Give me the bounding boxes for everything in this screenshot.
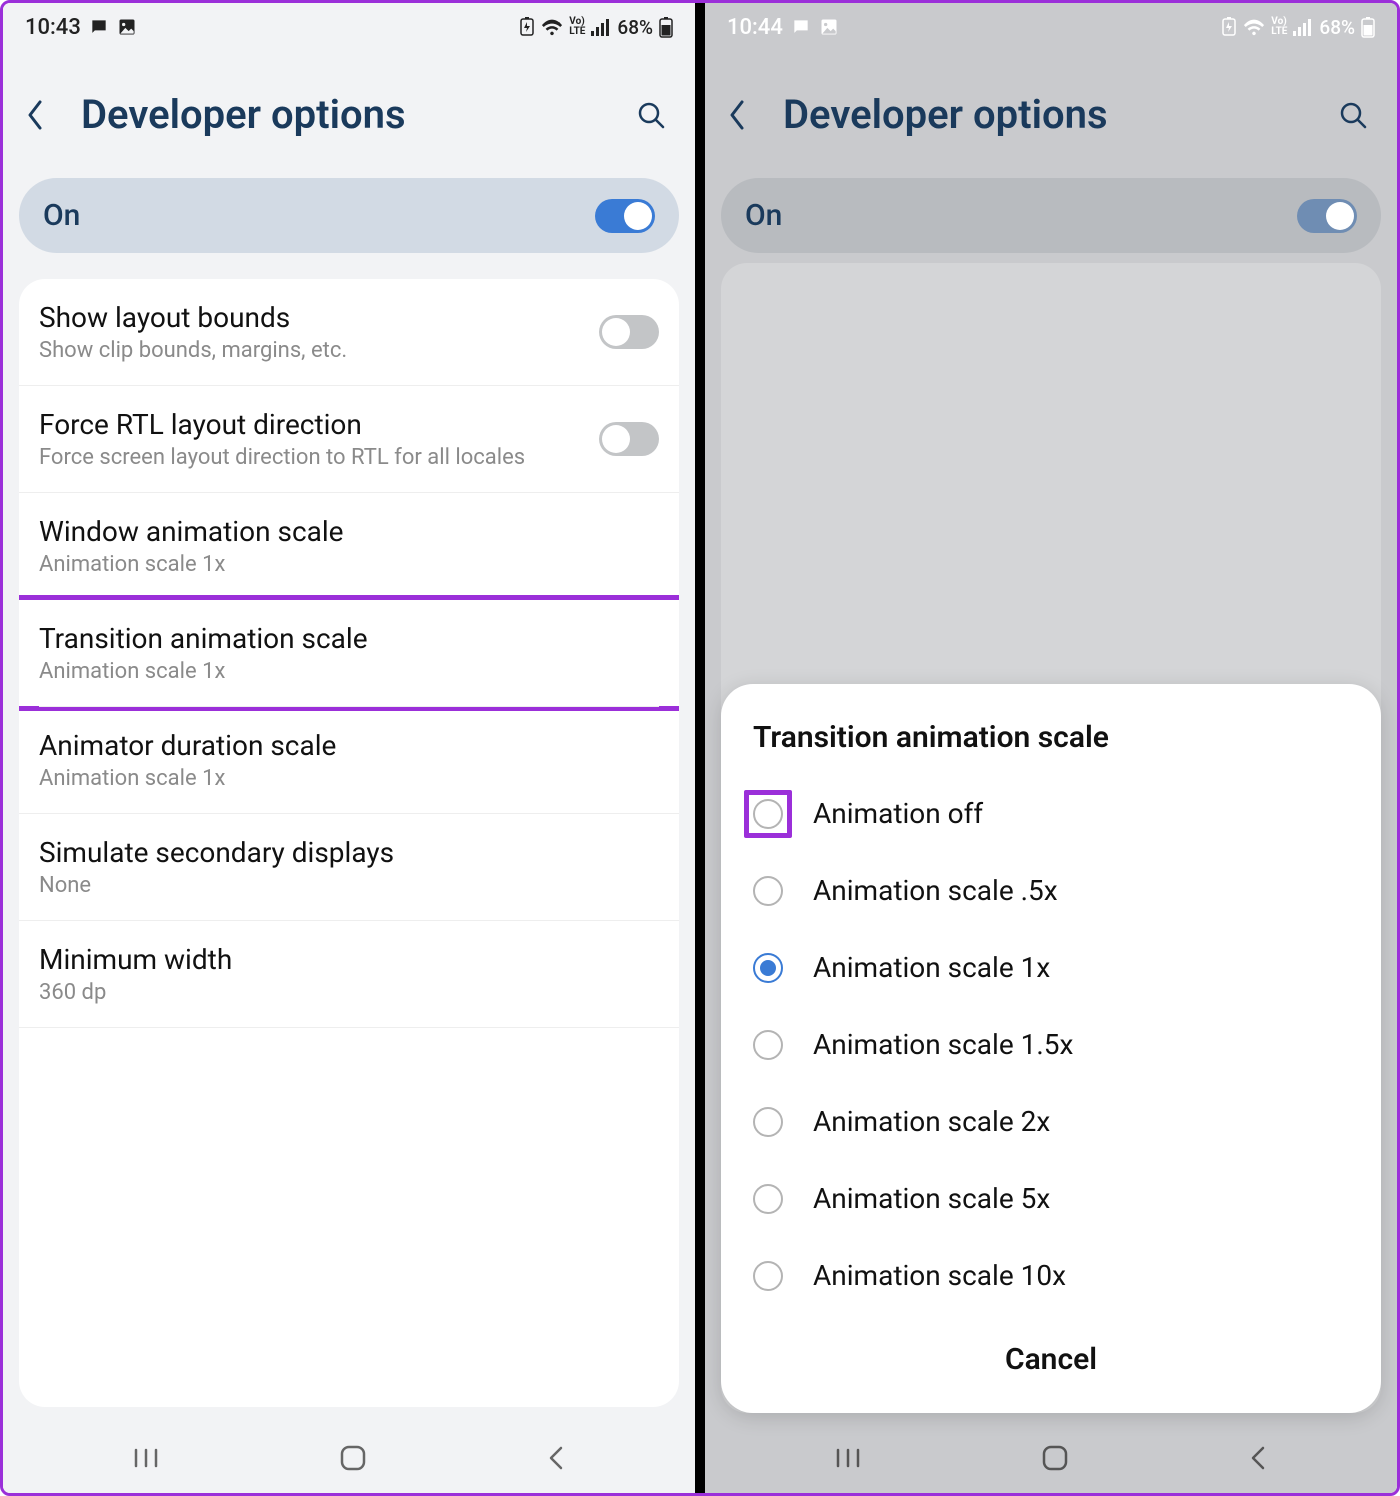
nav-back[interactable] xyxy=(546,1444,566,1472)
master-toggle-row[interactable]: On xyxy=(721,178,1381,253)
setting-title: Window animation scale xyxy=(39,515,659,548)
master-toggle-switch[interactable] xyxy=(595,199,655,233)
master-toggle-switch[interactable] xyxy=(1297,199,1357,233)
chat-icon xyxy=(89,17,109,37)
status-bar: 10:44 Vo)LTE 68% xyxy=(705,3,1397,51)
setting-simulate-secondary-displays[interactable]: Simulate secondary displays None xyxy=(19,814,679,921)
image-icon xyxy=(819,17,839,37)
status-battery: 68% xyxy=(1319,16,1355,39)
signal-icon xyxy=(1293,18,1313,36)
setting-sub: Animation scale 1x xyxy=(39,766,659,791)
radio-option-animation-15x[interactable]: Animation scale 1.5x xyxy=(739,1006,1363,1083)
radio-icon xyxy=(753,876,783,906)
back-button[interactable] xyxy=(727,98,761,132)
radio-label: Animation scale 1.5x xyxy=(813,1028,1073,1061)
setting-sub: Force screen layout direction to RTL for… xyxy=(39,445,583,470)
status-time: 10:44 xyxy=(727,15,783,40)
image-divider xyxy=(695,3,705,1493)
wifi-icon xyxy=(1243,18,1265,36)
radio-label: Animation scale 5x xyxy=(813,1182,1050,1215)
setting-sub: 360 dp xyxy=(39,980,659,1005)
battery-saver-icon xyxy=(519,17,535,37)
setting-transition-animation-scale[interactable]: Transition animation scale Animation sca… xyxy=(19,600,679,706)
setting-sub: Animation scale 1x xyxy=(39,659,659,684)
nav-back[interactable] xyxy=(1248,1444,1268,1472)
volte-icon: Vo)LTE xyxy=(569,17,585,37)
nav-recents[interactable] xyxy=(834,1446,862,1470)
page-title: Developer options xyxy=(81,91,607,138)
radio-option-animation-5x[interactable]: Animation scale 5x xyxy=(739,1160,1363,1237)
navigation-bar xyxy=(705,1423,1397,1493)
search-button[interactable] xyxy=(1331,100,1375,130)
toggle-switch[interactable] xyxy=(599,422,659,456)
radio-icon-selected xyxy=(753,953,783,983)
setting-animator-duration-scale[interactable]: Animator duration scale Animation scale … xyxy=(19,707,679,814)
dialog-cancel-button[interactable]: Cancel xyxy=(739,1314,1363,1397)
setting-sub: None xyxy=(39,873,659,898)
setting-title: Minimum width xyxy=(39,943,659,976)
setting-title: Show layout bounds xyxy=(39,301,583,334)
radio-option-animation-05x[interactable]: Animation scale .5x xyxy=(739,852,1363,929)
setting-title: Force RTL layout direction xyxy=(39,408,583,441)
page-header: Developer options xyxy=(3,51,695,168)
phone-screen-left: 10:43 + Vo)LTE 68% Developer options xyxy=(3,3,695,1493)
radio-label: Animation scale .5x xyxy=(813,874,1058,907)
setting-show-layout-bounds[interactable]: Show layout bounds Show clip bounds, mar… xyxy=(19,279,679,386)
setting-title: Simulate secondary displays xyxy=(39,836,659,869)
master-toggle-row[interactable]: On xyxy=(19,178,679,253)
battery-saver-icon xyxy=(1221,17,1237,37)
svg-text:+: + xyxy=(558,20,562,28)
chat-icon xyxy=(791,17,811,37)
phone-screen-right: 10:44 Vo)LTE 68% Developer options xyxy=(705,3,1397,1493)
radio-option-animation-off[interactable]: Animation off xyxy=(739,775,1363,852)
setting-window-animation-scale[interactable]: Window animation scale Animation scale 1… xyxy=(19,493,679,600)
wifi-icon: + xyxy=(541,18,563,36)
status-battery: 68% xyxy=(617,16,653,39)
search-button[interactable] xyxy=(629,100,673,130)
radio-icon xyxy=(753,799,783,829)
settings-card: Show layout bounds Show clip bounds, mar… xyxy=(19,279,679,1407)
nav-home[interactable] xyxy=(1040,1443,1070,1473)
radio-option-animation-2x[interactable]: Animation scale 2x xyxy=(739,1083,1363,1160)
setting-sub: Show clip bounds, margins, etc. xyxy=(39,338,583,363)
setting-title: Animator duration scale xyxy=(39,729,659,762)
toggle-switch[interactable] xyxy=(599,315,659,349)
setting-force-rtl[interactable]: Force RTL layout direction Force screen … xyxy=(19,386,679,493)
setting-sub: Animation scale 1x xyxy=(39,552,659,577)
volte-icon: Vo)LTE xyxy=(1271,17,1287,37)
navigation-bar xyxy=(3,1423,695,1493)
dialog-title: Transition animation scale xyxy=(739,720,1363,775)
nav-recents[interactable] xyxy=(132,1446,160,1470)
setting-title: Transition animation scale xyxy=(39,622,659,655)
back-button[interactable] xyxy=(25,98,59,132)
signal-icon xyxy=(591,18,611,36)
radio-label: Animation scale 2x xyxy=(813,1105,1050,1138)
battery-icon xyxy=(659,16,673,38)
battery-icon xyxy=(1361,16,1375,38)
status-time: 10:43 xyxy=(25,15,81,40)
page-title: Developer options xyxy=(783,91,1309,138)
radio-option-animation-1x[interactable]: Animation scale 1x xyxy=(739,929,1363,1006)
highlight-annotation: Transition animation scale Animation sca… xyxy=(19,595,679,711)
page-header: Developer options xyxy=(705,51,1397,168)
nav-home[interactable] xyxy=(338,1443,368,1473)
dialog-transition-animation-scale: Transition animation scale Animation off… xyxy=(721,684,1381,1413)
master-toggle-label: On xyxy=(43,198,80,233)
radio-icon xyxy=(753,1184,783,1214)
radio-label: Animation scale 10x xyxy=(813,1259,1066,1292)
highlight-annotation xyxy=(744,790,792,838)
radio-option-animation-10x[interactable]: Animation scale 10x xyxy=(739,1237,1363,1314)
radio-label: Animation scale 1x xyxy=(813,951,1050,984)
radio-icon xyxy=(753,1030,783,1060)
radio-icon xyxy=(753,1261,783,1291)
status-bar: 10:43 + Vo)LTE 68% xyxy=(3,3,695,51)
radio-icon xyxy=(753,1107,783,1137)
image-icon xyxy=(117,17,137,37)
setting-cutoff xyxy=(19,1028,679,1046)
radio-label: Animation off xyxy=(813,797,983,830)
master-toggle-label: On xyxy=(745,198,782,233)
setting-minimum-width[interactable]: Minimum width 360 dp xyxy=(19,921,679,1028)
